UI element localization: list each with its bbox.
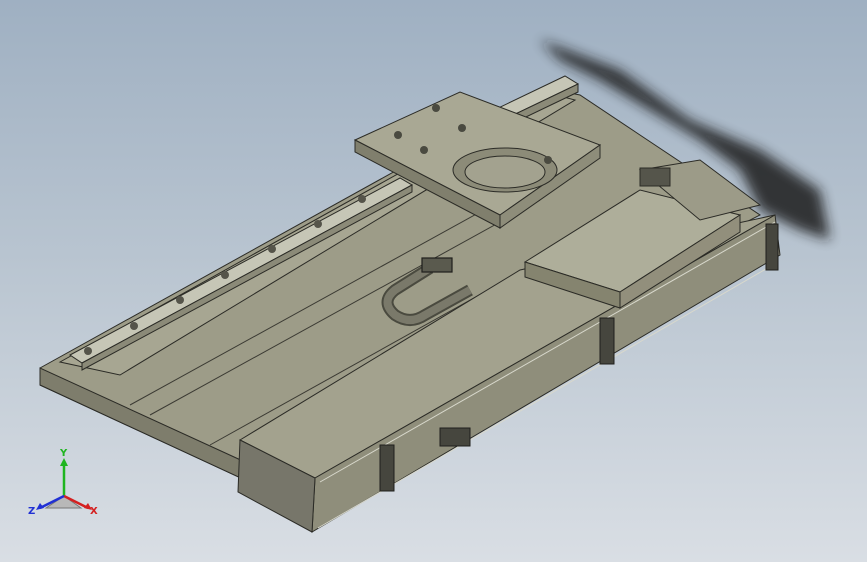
cad-model-view[interactable]	[0, 0, 867, 562]
z-axis-label: Z	[28, 506, 35, 517]
y-axis-label: Y	[59, 448, 68, 459]
x-axis-label: X	[90, 506, 98, 517]
3d-viewport[interactable]: Y X Z	[0, 0, 867, 562]
coordinate-triad: Y X Z	[26, 448, 106, 528]
